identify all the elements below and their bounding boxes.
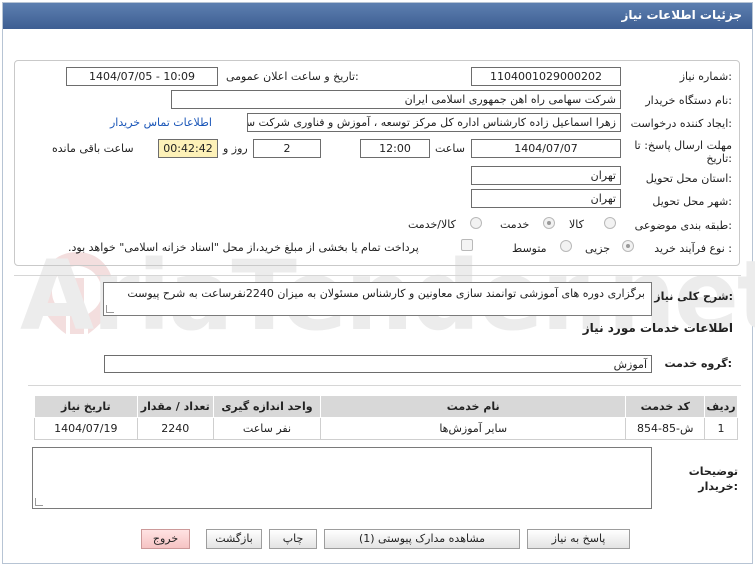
- announce-datetime-field[interactable]: 1404/07/05 - 10:09: [66, 67, 218, 86]
- days-field[interactable]: 2: [253, 139, 321, 158]
- category-option-service: خدمت: [500, 218, 530, 231]
- buyer-field[interactable]: شرکت سهامی راه اهن جمهوری اسلامی ایران: [171, 90, 621, 109]
- table-header-row: ردیف کد خدمت نام خدمت واحد اندازه گیری ت…: [34, 395, 738, 418]
- buyer-notes-label-2: خریدار:: [698, 480, 738, 493]
- cell-service-name: سایر آموزش‌ها: [319, 417, 627, 440]
- deadline-date-field[interactable]: 1404/07/07: [471, 139, 621, 158]
- service-group-field[interactable]: آموزش: [104, 355, 652, 373]
- divider: [14, 275, 741, 276]
- buyer-notes-field[interactable]: [32, 447, 652, 509]
- buyer-label: نام دستگاه خریدار:: [645, 94, 732, 107]
- remaining-time-label: ساعت باقی مانده: [52, 142, 134, 155]
- treasury-payment-checkbox[interactable]: [461, 239, 473, 251]
- resize-grip-icon[interactable]: [35, 498, 43, 506]
- deadline-label: مهلت ارسال پاسخ: تا: [634, 139, 732, 152]
- category-radio-goods-service[interactable]: [470, 217, 482, 229]
- table-row: 1 ش-85-854 سایر آموزش‌ها نفر ساعت 2240 1…: [34, 417, 738, 440]
- deadline-time-label: ساعت: [435, 142, 465, 155]
- cell-need-date: 1404/07/19: [34, 417, 138, 440]
- description-field[interactable]: برگزاری دوره های آموزشی توانمند سازی معا…: [103, 282, 652, 316]
- announce-label: تاریخ و ساعت اعلان عمومی:: [226, 70, 359, 83]
- cell-quantity: 2240: [136, 417, 214, 440]
- reply-button[interactable]: پاسخ به نیاز: [527, 529, 630, 549]
- services-heading: اطلاعات خدمات مورد نیاز: [582, 321, 733, 335]
- process-radio-minor[interactable]: [622, 240, 634, 252]
- remaining-time-field: 00:42:42: [158, 139, 218, 158]
- process-option-medium: متوسط: [512, 242, 547, 255]
- divider: [28, 385, 741, 386]
- need-number-label: شماره نیاز:: [679, 70, 732, 83]
- province-label: استان محل تحویل:: [645, 172, 732, 185]
- services-table: ردیف کد خدمت نام خدمت واحد اندازه گیری ت…: [34, 395, 738, 440]
- creator-field[interactable]: زهرا اسماعیل زاده کارشناس اداره کل مرکز …: [247, 113, 621, 132]
- exit-button[interactable]: خروج: [141, 529, 190, 549]
- category-label: طبقه بندی موضوعی:: [634, 219, 732, 232]
- buyer-contact-link[interactable]: اطلاعات تماس خریدار: [110, 116, 212, 129]
- days-label: روز و: [223, 142, 248, 155]
- description-label: شرح کلی نیاز:: [654, 290, 733, 303]
- category-option-goods-service: کالا/خدمت: [408, 218, 456, 231]
- city-field[interactable]: تهران: [471, 189, 621, 208]
- cell-service-code: ش-85-854: [625, 417, 706, 440]
- process-radio-medium[interactable]: [560, 240, 572, 252]
- cell-unit: نفر ساعت: [212, 417, 321, 440]
- col-header-service-name: نام خدمت: [319, 395, 627, 418]
- window-titlebar: جزئیات اطلاعات نیاز: [3, 3, 752, 29]
- creator-label: ایجاد کننده درخواست:: [630, 117, 732, 130]
- deadline-label-date: تاریخ:: [706, 152, 732, 165]
- col-header-service-code: کد خدمت: [625, 395, 706, 418]
- deadline-time-field[interactable]: 12:00: [360, 139, 430, 158]
- col-header-quantity: تعداد / مقدار: [136, 395, 214, 418]
- process-label: نوع فرآیند خرید :: [654, 242, 732, 255]
- province-field[interactable]: تهران: [471, 166, 621, 185]
- col-header-need-date: تاریخ نیاز: [34, 395, 138, 418]
- back-button[interactable]: بازگشت: [206, 529, 262, 549]
- category-option-goods: کالا: [569, 218, 584, 231]
- buyer-notes-label: توضیحات: [688, 465, 738, 478]
- resize-grip-icon[interactable]: [106, 305, 114, 313]
- col-header-row-number: ردیف: [704, 395, 738, 418]
- service-group-label: گروه خدمت:: [664, 357, 732, 370]
- category-radio-goods[interactable]: [604, 217, 616, 229]
- treasury-payment-note: پرداخت تمام یا بخشی از مبلغ خرید،از محل …: [68, 241, 419, 254]
- view-attachments-button[interactable]: مشاهده مدارک پیوستی (1): [324, 529, 520, 549]
- col-header-unit: واحد اندازه گیری: [212, 395, 321, 418]
- category-radio-service[interactable]: [543, 217, 555, 229]
- process-option-minor: جزیی: [585, 242, 611, 255]
- cell-row-number: 1: [704, 417, 738, 440]
- city-label: شهر محل تحویل:: [652, 195, 732, 208]
- need-number-field[interactable]: 1104001029000202: [471, 67, 621, 86]
- print-button[interactable]: چاپ: [269, 529, 317, 549]
- description-text: برگزاری دوره های آموزشی توانمند سازی معا…: [127, 287, 645, 300]
- window-title: جزئیات اطلاعات نیاز: [621, 8, 742, 22]
